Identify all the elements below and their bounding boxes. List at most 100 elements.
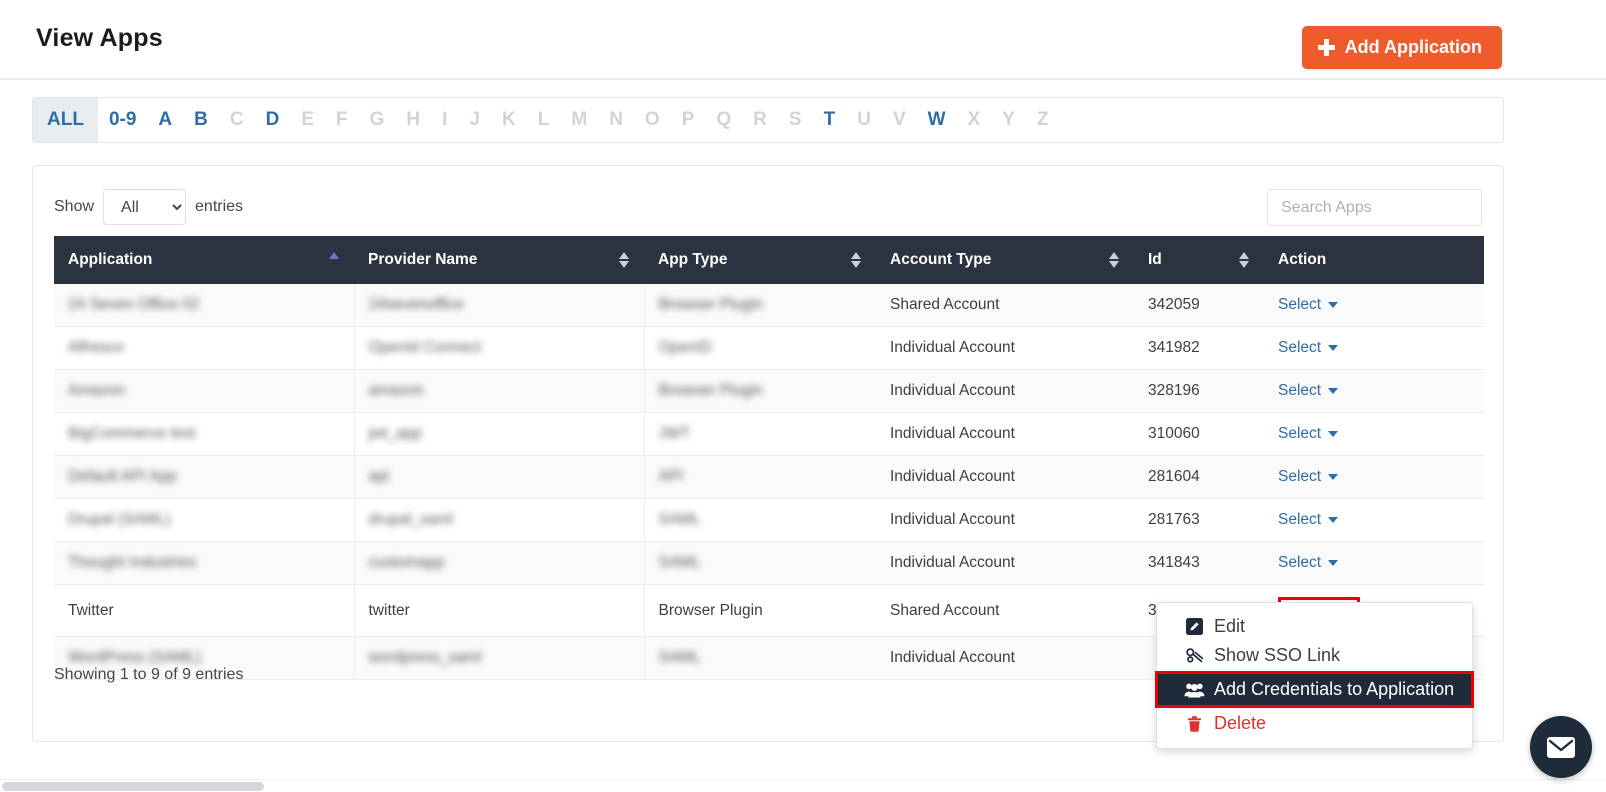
menu-item-add-credentials-to-application[interactable]: Add Credentials to Application	[1155, 671, 1474, 708]
cell-id: 310060	[1134, 412, 1264, 456]
cell-provider-name: customapp	[354, 541, 645, 585]
alpha-filter-label: O	[644, 109, 660, 130]
column-header-label: Id	[1148, 251, 1162, 268]
cell-action: Select	[1264, 412, 1484, 456]
cell-id-text: 342059	[1148, 296, 1200, 313]
cell-provider-name: jwt_app	[354, 412, 645, 456]
alpha-filter-label: Q	[716, 109, 732, 130]
column-header-label: Account Type	[890, 251, 992, 268]
menu-item-delete[interactable]: Delete	[1157, 709, 1472, 738]
cell-provider-name-text: api	[368, 468, 390, 485]
cell-id: 281604	[1134, 455, 1264, 499]
cell-app-type: Browser Plugin	[644, 284, 876, 327]
table-row: 24 Seven Office 02 24sevenoffice Browser P…	[54, 284, 1484, 327]
cell-account-type: Individual Account	[876, 636, 1134, 680]
select-action-link[interactable]: Select	[1278, 296, 1339, 314]
alpha-filter-label: W	[927, 109, 946, 130]
select-action-label: Select	[1278, 468, 1322, 485]
cell-action: Select	[1264, 369, 1484, 413]
alpha-filter-s: S	[778, 98, 813, 142]
alpha-filter-l: L	[527, 98, 561, 142]
column-header-label: Provider Name	[368, 251, 478, 268]
cell-account-type: Individual Account	[876, 455, 1134, 499]
alpha-filter-label: ALL	[47, 109, 84, 130]
cell-app-type: Browser Plugin	[644, 369, 876, 413]
alpha-filter-label: T	[823, 109, 836, 130]
search-input[interactable]	[1267, 189, 1482, 226]
action-wrapper: Select	[1278, 339, 1339, 357]
column-header-action[interactable]: Action	[1264, 236, 1484, 284]
envelope-icon	[1547, 736, 1575, 758]
alpha-filter-a[interactable]: A	[147, 98, 183, 142]
select-action-link[interactable]: Select	[1278, 554, 1339, 572]
chevron-down-icon	[1328, 474, 1339, 480]
alpha-filter-t[interactable]: T	[813, 98, 847, 142]
cell-application-text: BigCommerce test	[68, 425, 196, 442]
select-action-link[interactable]: Select	[1278, 425, 1339, 443]
menu-item-show-sso-link[interactable]: Show SSO Link	[1157, 641, 1472, 670]
cell-account-type-text: Individual Account	[890, 425, 1015, 442]
table-row: Amazon amazon Browser Plugin Individual Acc…	[54, 369, 1484, 413]
cell-id-text: 310060	[1148, 425, 1200, 442]
cell-provider-name-text: jwt_app	[368, 425, 422, 442]
alphabet-filter: ALL 0-9 A B C D E F G H I J K L M N O P Q R S T U V W X Y Z	[32, 97, 1504, 143]
cell-app-type: Browser Plugin	[644, 584, 876, 637]
alpha-filter-p: P	[671, 98, 706, 142]
alpha-filter-b[interactable]: B	[183, 98, 219, 142]
cell-application-text: Thought Industries	[68, 554, 197, 571]
horizontal-scrollbar-thumb[interactable]	[2, 782, 264, 791]
cell-app-type: SAML	[644, 541, 876, 585]
sort-indicator-application-icon[interactable]	[329, 251, 340, 269]
column-header-app-type[interactable]: App Type	[644, 236, 876, 284]
chevron-down-icon	[1328, 560, 1339, 566]
cell-application-text: 24 Seven Office 02	[68, 296, 200, 313]
sort-indicator-app-type-icon[interactable]	[851, 251, 862, 269]
cell-account-type: Shared Account	[876, 584, 1134, 637]
alpha-filter-all[interactable]: ALL	[33, 98, 98, 142]
chevron-down-icon	[1328, 517, 1339, 523]
cell-app-type-text: Browser Plugin	[658, 382, 763, 399]
cell-application: 24 Seven Office 02	[54, 284, 355, 327]
select-action-label: Select	[1278, 339, 1322, 356]
alpha-filter-w[interactable]: W	[917, 98, 957, 142]
cell-app-type: API	[644, 455, 876, 499]
menu-item-label: Show SSO Link	[1214, 645, 1341, 665]
entries-select[interactable]: All	[103, 189, 187, 225]
cell-account-type: Shared Account	[876, 284, 1134, 327]
chat-support-button[interactable]	[1530, 716, 1592, 778]
select-action-link[interactable]: Select	[1278, 339, 1339, 357]
cell-account-type-text: Individual Account	[890, 649, 1015, 666]
cell-account-type: Individual Account	[876, 412, 1134, 456]
horizontal-scrollbar-track[interactable]	[0, 779, 1606, 792]
cell-application: Twitter	[54, 584, 355, 637]
column-header-application[interactable]: Application	[54, 236, 354, 284]
cell-provider-name: wordpress_saml	[354, 636, 645, 680]
alpha-filter-o: O	[634, 98, 671, 142]
column-header-account-type[interactable]: Account Type	[876, 236, 1134, 284]
alpha-filter-d[interactable]: D	[255, 98, 291, 142]
alpha-filter-e: E	[290, 98, 325, 142]
select-action-link[interactable]: Select	[1278, 511, 1339, 529]
alpha-filter-label: P	[681, 109, 695, 130]
sort-indicator-id-icon[interactable]	[1239, 251, 1250, 269]
sort-indicator-provider-name-icon[interactable]	[619, 251, 630, 269]
sort-indicator-account-type-icon[interactable]	[1109, 251, 1120, 269]
cell-application-text: Amazon	[68, 382, 125, 399]
pencil-icon	[1184, 618, 1205, 635]
cell-provider-name-text: 24sevenoffice	[368, 296, 464, 313]
menu-item-edit[interactable]: Edit	[1157, 612, 1472, 641]
alpha-filter-label: E	[301, 109, 315, 130]
cell-app-type-text: SAML	[658, 511, 701, 528]
cell-provider-name: 24sevenoffice	[354, 284, 645, 327]
alpha-filter-x: X	[957, 98, 992, 142]
select-action-link[interactable]: Select	[1278, 382, 1339, 400]
column-header-provider-name[interactable]: Provider Name	[354, 236, 644, 284]
alpha-filter-0-9[interactable]: 0-9	[98, 98, 147, 142]
add-application-label: Add Application	[1344, 37, 1482, 57]
select-action-link[interactable]: Select	[1278, 468, 1339, 486]
column-header-id[interactable]: Id	[1134, 236, 1264, 284]
add-application-button[interactable]: Add Application	[1301, 26, 1502, 69]
cell-provider-name-text: drupal_saml	[368, 511, 453, 528]
alpha-filter-i: I	[431, 98, 458, 142]
alpha-filter-label: G	[369, 109, 385, 130]
